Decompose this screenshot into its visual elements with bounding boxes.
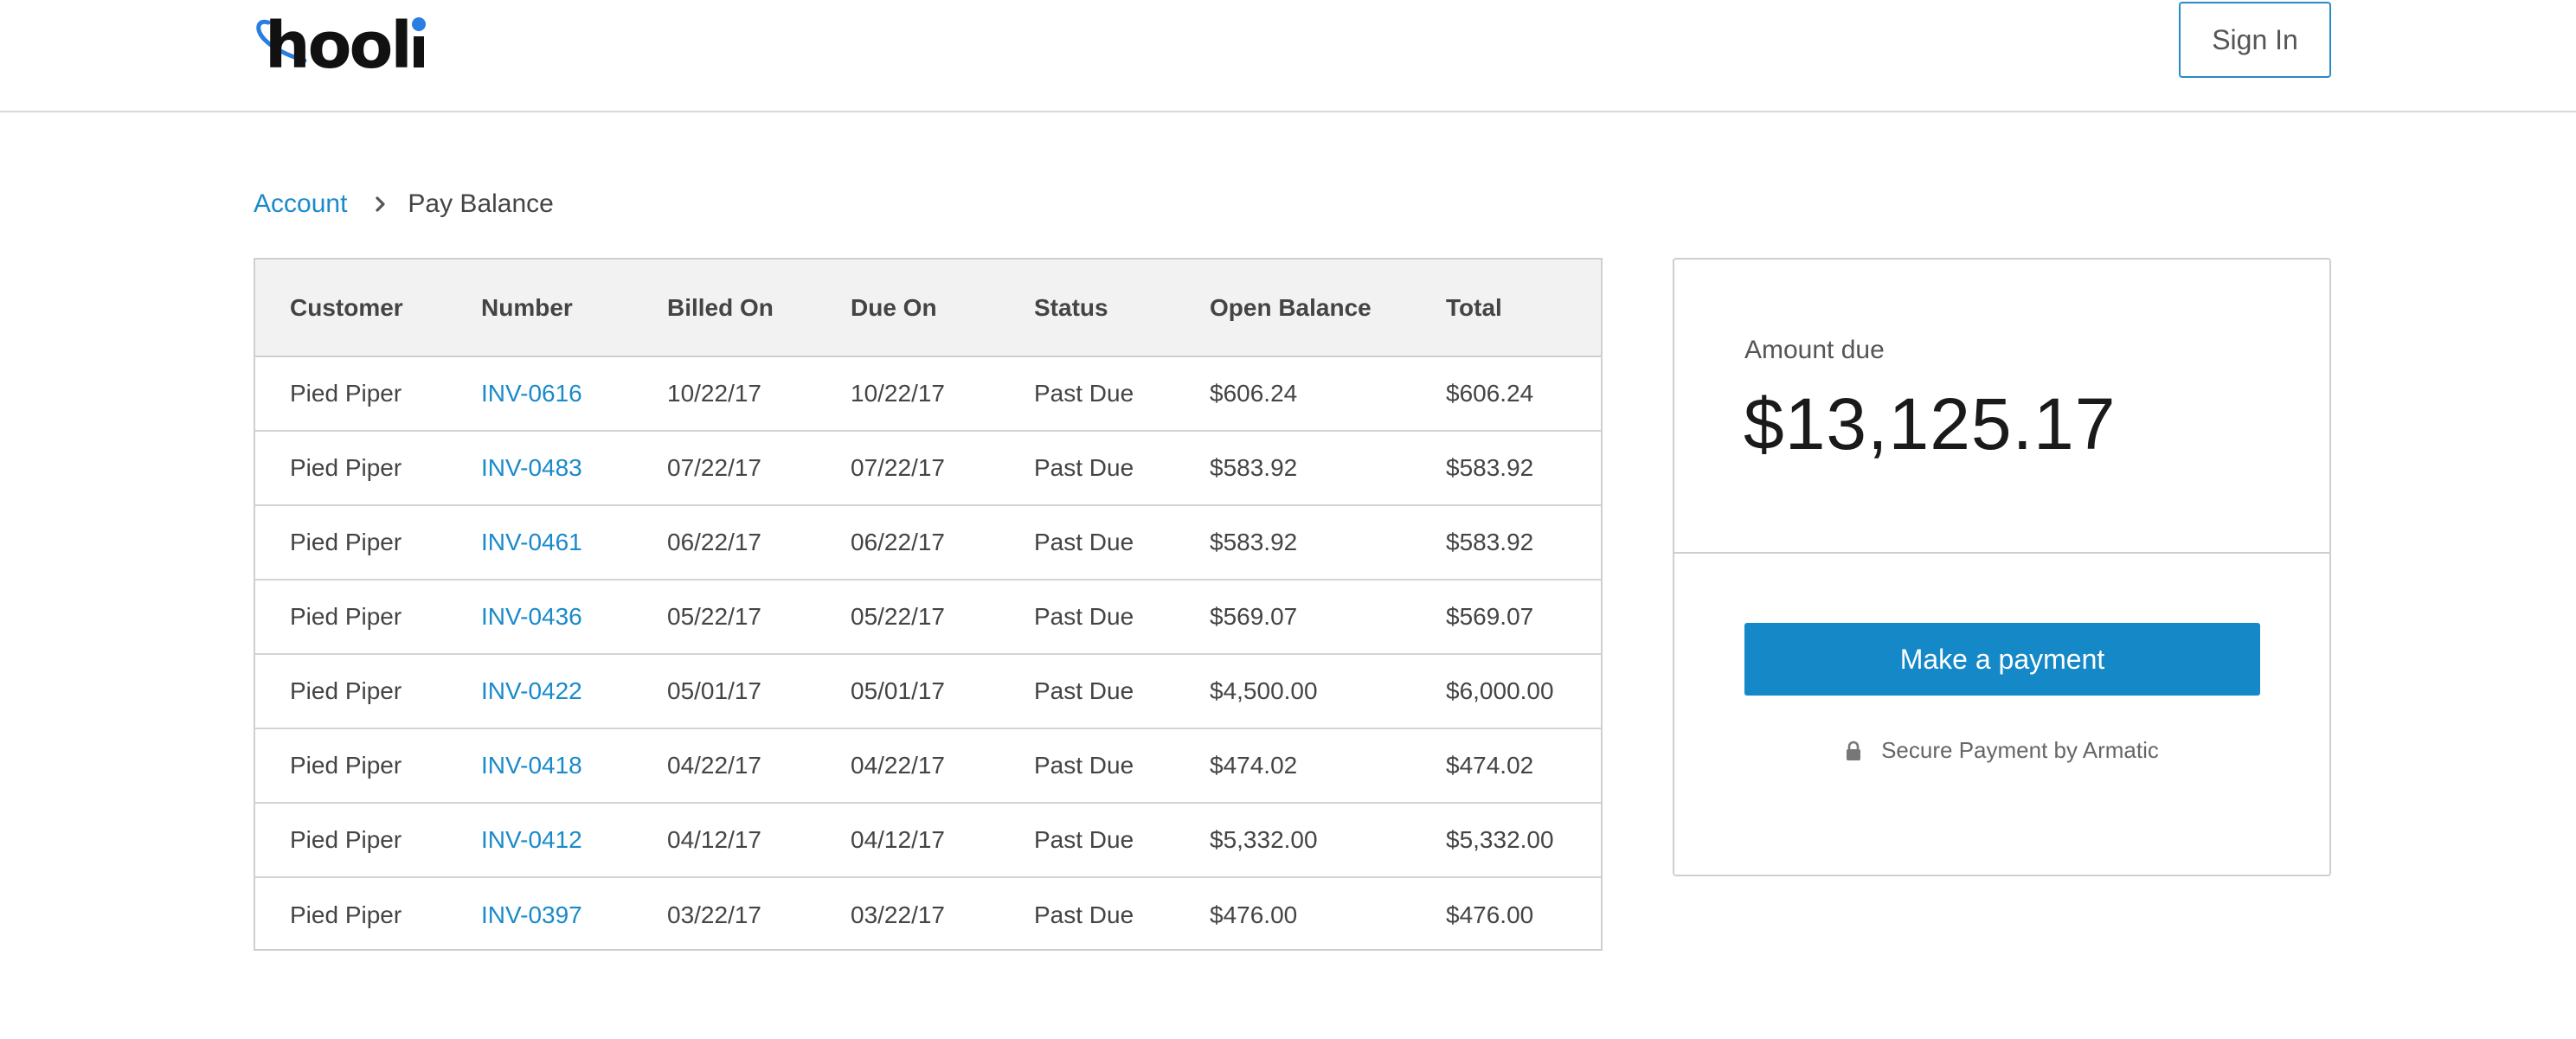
table-row: Pied Piper INV-0616 10/22/17 10/22/17 Pa… — [255, 356, 1601, 431]
cell-total: $5,332.00 — [1446, 802, 1601, 877]
cell-due-on: 05/22/17 — [851, 579, 1034, 654]
hooli-logo[interactable]: hool — [253, 10, 434, 80]
cell-open-balance: $606.24 — [1210, 380, 1298, 407]
secure-payment-note: Secure Payment by Armatic — [1674, 737, 2329, 764]
table-row: Pied Piper INV-0436 05/22/17 05/22/17 Pa… — [255, 579, 1601, 654]
column-header-billed-on: Billed On — [667, 260, 851, 357]
table-row: Pied Piper INV-0483 07/22/17 07/22/17 Pa… — [255, 430, 1601, 505]
cell-open-balance: $583.92 — [1210, 504, 1446, 580]
cell-billed-on: 04/22/17 — [667, 728, 851, 803]
invoice-number-link[interactable]: INV-0461 — [481, 529, 582, 555]
cell-due-on: 10/22/17 — [851, 380, 945, 407]
invoice-table: Customer Number Billed On Due On Status … — [254, 258, 1603, 952]
cell-due-on: 03/22/17 — [851, 876, 1034, 952]
table-row: Pied Piper INV-0461 06/22/17 06/22/17 Pa… — [255, 504, 1601, 580]
cell-open-balance: $476.00 — [1210, 876, 1446, 952]
table-row: Pied Piper INV-0412 04/12/17 04/12/17 Pa… — [255, 802, 1601, 877]
chevron-right-icon — [368, 191, 394, 217]
svg-text:hool: hool — [265, 10, 410, 80]
cell-customer: Pied Piper — [290, 876, 481, 952]
cell-status: Past Due — [1034, 802, 1210, 877]
cell-total: $606.24 — [1446, 380, 1534, 407]
cell-customer: Pied Piper — [290, 504, 481, 580]
cell-billed-on: 05/22/17 — [667, 579, 851, 654]
cell-customer: Pied Piper — [290, 430, 481, 505]
cell-billed-on: 03/22/17 — [667, 876, 851, 952]
invoice-number-link[interactable]: INV-0436 — [481, 603, 582, 630]
cell-total: $583.92 — [1446, 430, 1601, 505]
cell-open-balance: $5,332.00 — [1210, 802, 1446, 877]
hooli-logo-mark: hool — [256, 10, 426, 80]
cell-open-balance: $4,500.00 — [1210, 653, 1446, 728]
cell-billed-on: 05/01/17 — [667, 653, 851, 728]
cell-total: $6,000.00 — [1446, 653, 1601, 728]
invoice-number-link[interactable]: INV-0483 — [481, 454, 582, 481]
breadcrumb: Account Pay Balance — [254, 185, 554, 223]
cell-total: $474.02 — [1446, 728, 1601, 803]
breadcrumb-account-link[interactable]: Account — [254, 189, 347, 219]
column-header-number: Number — [481, 260, 667, 357]
amount-due-value: $13,125.17 — [1744, 383, 2117, 465]
column-header-customer: Customer — [290, 260, 481, 357]
lock-icon — [1845, 741, 1862, 761]
cell-total: $476.00 — [1446, 876, 1601, 952]
amount-due-section: Amount due $13,125.17 — [1674, 260, 2329, 554]
cell-billed-on: 10/22/17 — [667, 380, 761, 407]
cell-status: Past Due — [1034, 579, 1210, 654]
column-header-due-on: Due On — [851, 260, 1034, 357]
cell-customer: Pied Piper — [290, 380, 402, 407]
payment-summary-card: Amount due $13,125.17 Make a payment Sec… — [1673, 258, 2331, 876]
cell-customer: Pied Piper — [290, 579, 481, 654]
cell-due-on: 04/22/17 — [851, 728, 1034, 803]
breadcrumb-current: Pay Balance — [408, 189, 554, 218]
cell-status: Past Due — [1034, 504, 1210, 580]
make-payment-button[interactable]: Make a payment — [1744, 623, 2260, 696]
column-header-open-balance: Open Balance — [1210, 260, 1446, 357]
cell-total: $583.92 — [1446, 504, 1601, 580]
cell-due-on: 07/22/17 — [851, 430, 1034, 505]
top-navbar: hool Sign In — [0, 0, 2576, 112]
cell-open-balance: $474.02 — [1210, 728, 1446, 803]
cell-status: Past Due — [1034, 728, 1210, 803]
table-row: Pied Piper INV-0397 03/22/17 03/22/17 Pa… — [255, 876, 1601, 952]
amount-due-label: Amount due — [1744, 336, 1885, 364]
cell-customer: Pied Piper — [290, 802, 481, 877]
cell-customer: Pied Piper — [290, 728, 481, 803]
table-header-row: Customer Number Billed On Due On Status … — [255, 260, 1601, 357]
cell-open-balance: $583.92 — [1210, 430, 1446, 505]
invoice-number-link[interactable]: INV-0422 — [481, 677, 582, 704]
invoice-number-link[interactable]: INV-0418 — [481, 752, 582, 779]
cell-status: Past Due — [1034, 876, 1210, 952]
cell-due-on: 04/12/17 — [851, 802, 1034, 877]
cell-status: Past Due — [1034, 380, 1134, 407]
table-row: Pied Piper INV-0422 05/01/17 05/01/17 Pa… — [255, 653, 1601, 728]
column-header-status: Status — [1034, 260, 1210, 357]
cell-total: $569.07 — [1446, 579, 1601, 654]
cell-customer: Pied Piper — [290, 653, 481, 728]
column-header-total: Total — [1446, 260, 1601, 357]
cell-due-on: 06/22/17 — [851, 504, 1034, 580]
sign-in-button[interactable]: Sign In — [2179, 2, 2331, 78]
secure-payment-text: Secure Payment by Armatic — [1881, 737, 2159, 763]
cell-status: Past Due — [1034, 653, 1210, 728]
cell-billed-on: 04/12/17 — [667, 802, 851, 877]
invoice-number-link[interactable]: INV-0412 — [481, 826, 582, 853]
cell-open-balance: $569.07 — [1210, 579, 1446, 654]
invoice-number-link[interactable]: INV-0397 — [481, 901, 582, 928]
cell-due-on: 05/01/17 — [851, 653, 1034, 728]
cell-billed-on: 07/22/17 — [667, 430, 851, 505]
invoice-number-link[interactable]: INV-0616 — [481, 380, 582, 407]
cell-status: Past Due — [1034, 430, 1210, 505]
cell-billed-on: 06/22/17 — [667, 504, 851, 580]
table-row: Pied Piper INV-0418 04/22/17 04/22/17 Pa… — [255, 728, 1601, 803]
